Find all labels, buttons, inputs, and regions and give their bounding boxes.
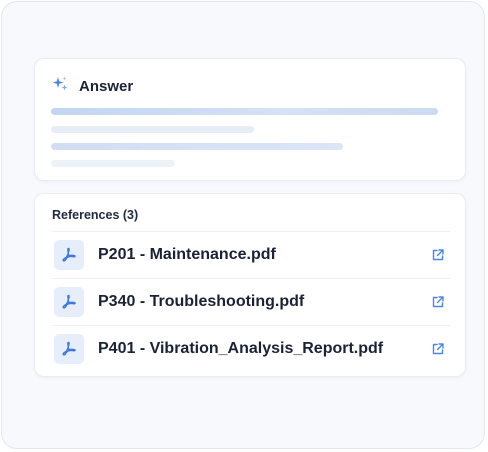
sparkle-icon [51,75,69,98]
reference-name: P401 - Vibration_Analysis_Report.pdf [98,340,384,357]
references-card: References (3) P201 - Maintenance.pdf P3… [34,193,466,377]
external-link-icon[interactable] [430,247,446,263]
panel-frame: Answer References (3) P201 - Maintenance… [1,1,485,449]
loading-skeleton-line [51,143,343,150]
loading-skeleton-line [51,160,175,167]
loading-skeleton-line [51,108,438,115]
reference-item[interactable]: P201 - Maintenance.pdf [52,231,450,278]
pdf-icon [54,334,84,364]
reference-item[interactable]: P401 - Vibration_Analysis_Report.pdf [52,325,450,372]
pdf-icon [54,240,84,270]
external-link-icon[interactable] [430,341,446,357]
reference-item[interactable]: P340 - Troubleshooting.pdf [52,278,450,325]
answer-title: Answer [79,78,134,95]
references-list: P201 - Maintenance.pdf P340 - Troublesho… [52,231,450,372]
external-link-icon[interactable] [430,294,446,310]
reference-name: P340 - Troubleshooting.pdf [98,293,305,310]
references-title: References (3) [52,208,139,222]
pdf-icon [54,287,84,317]
answer-header: Answer [51,75,133,98]
reference-name: P201 - Maintenance.pdf [98,246,276,263]
loading-skeleton-line [51,126,254,133]
answer-card: Answer [34,58,466,181]
